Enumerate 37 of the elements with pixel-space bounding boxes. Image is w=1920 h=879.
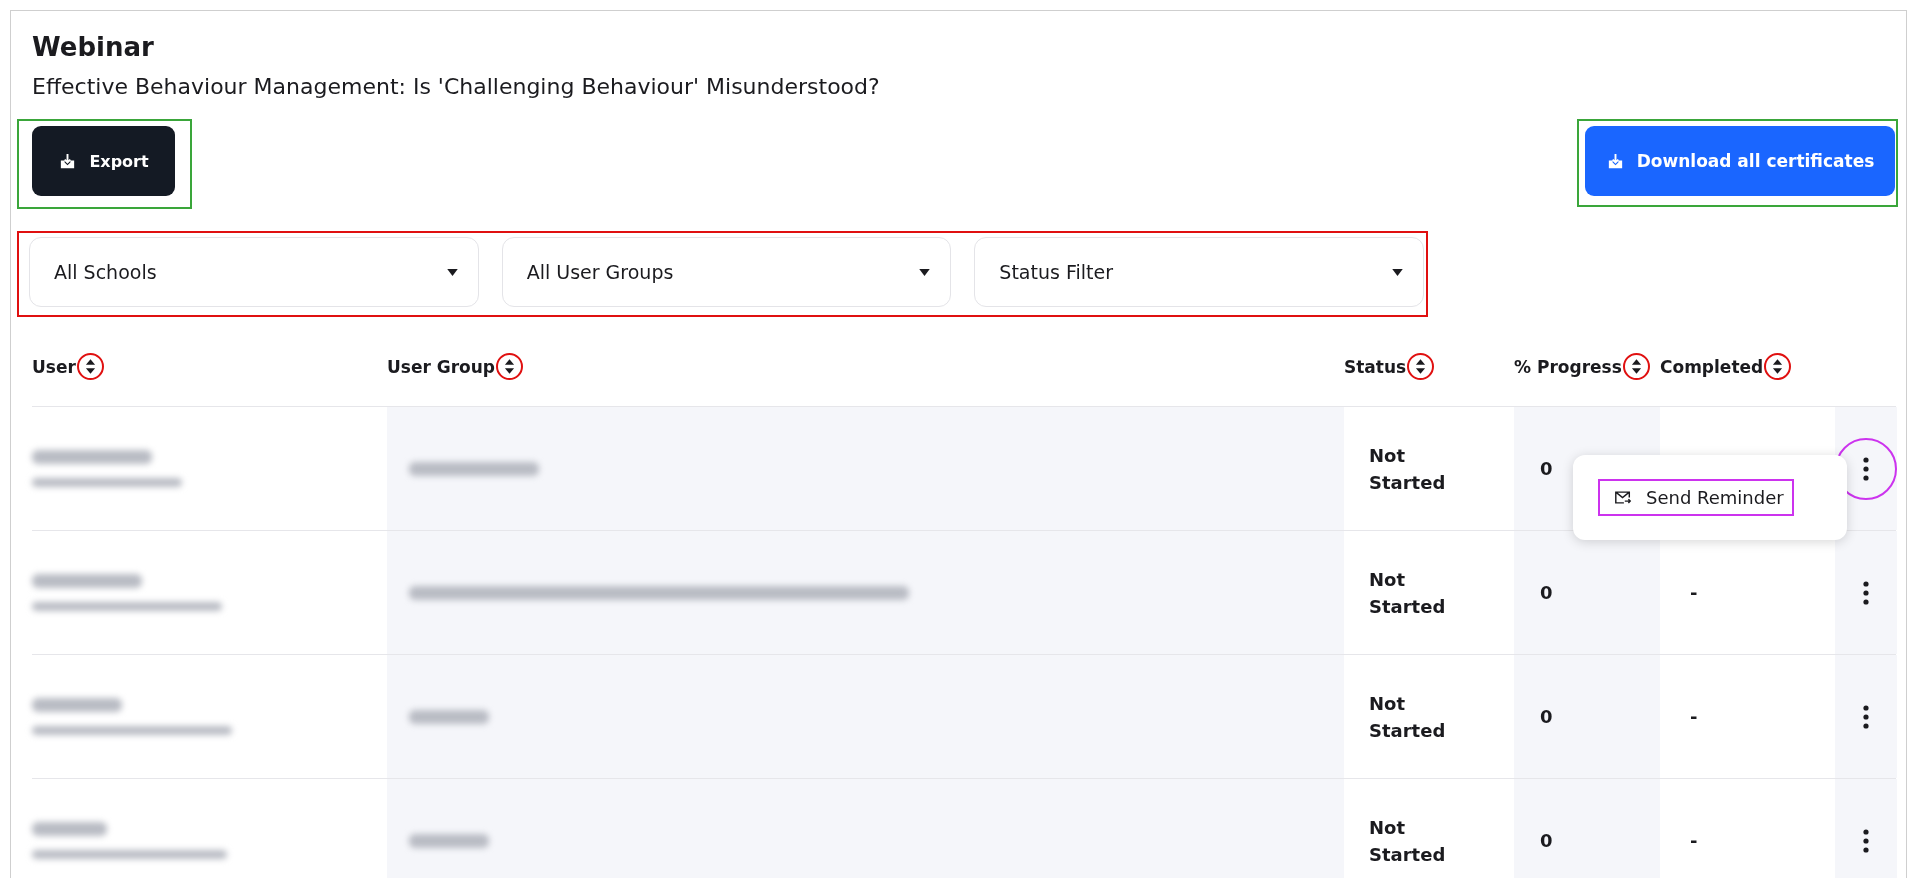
column-header[interactable]: User Group — [387, 354, 496, 379]
caret-icon — [446, 268, 458, 276]
column-header[interactable]: % Progress — [1514, 354, 1622, 379]
column-header[interactable]: User — [32, 354, 76, 379]
sort-icon[interactable] — [1630, 358, 1642, 375]
menu-item[interactable]: Send Reminder — [1598, 479, 1794, 516]
progress-value: 0 — [1539, 582, 1553, 603]
dropdown[interactable]: All User Groups — [501, 237, 952, 307]
column-header[interactable]: Completed — [1660, 354, 1764, 379]
more-icon — [1863, 580, 1869, 605]
progress-value: 0 — [1539, 458, 1553, 479]
more-icon — [1863, 828, 1869, 853]
status-text: Not Started — [1368, 443, 1447, 495]
completed-value: - — [1689, 706, 1698, 727]
status-text: Not Started — [1368, 815, 1447, 867]
caret-icon — [1392, 268, 1403, 276]
column-header[interactable]: Status — [1344, 354, 1407, 379]
completed-value: - — [1689, 830, 1698, 851]
sort-icon[interactable] — [1415, 358, 1427, 375]
webinar-title: Effective Behaviour Management: Is 'Challenging Behaviour' Misunderstood? — [32, 73, 881, 101]
export-button[interactable]: Export — [32, 126, 175, 196]
dropdown[interactable]: Status Filter — [974, 237, 1424, 307]
dropdown[interactable]: All Schools — [29, 237, 479, 307]
sort-icon[interactable] — [504, 358, 516, 375]
sort-icon[interactable] — [1772, 358, 1784, 375]
status-text: Not Started — [1368, 567, 1447, 619]
sort-icon[interactable] — [84, 358, 96, 375]
download-button[interactable]: Download all certificates — [1585, 126, 1895, 196]
mail-icon — [1614, 490, 1632, 505]
status-text: Not Started — [1368, 691, 1447, 743]
caret-icon — [919, 268, 931, 276]
completed-value: - — [1689, 582, 1698, 603]
page-title: Webinar — [32, 31, 155, 63]
more-icon — [1863, 704, 1869, 729]
progress-value: 0 — [1539, 706, 1553, 727]
more-icon — [1863, 456, 1869, 481]
progress-value: 0 — [1539, 830, 1553, 851]
